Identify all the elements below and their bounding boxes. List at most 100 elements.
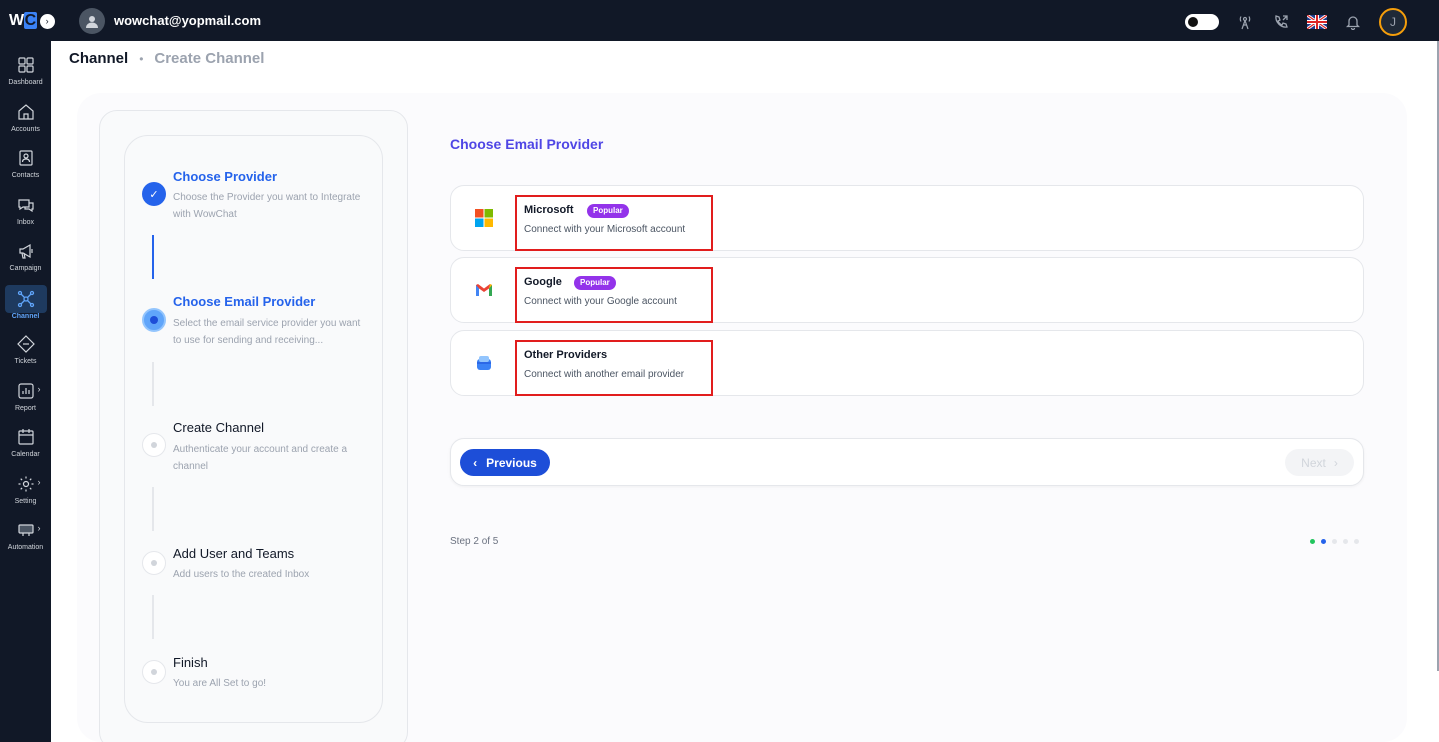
chat-bubbles-icon [17,199,34,213]
sidebar-item-label: Automation [7,544,44,551]
logo-text: WC [9,12,37,29]
step-connector [152,595,154,639]
mailbox-icon [477,356,491,370]
provider-option-google[interactable]: Google Popular Connect with your Google … [450,257,1364,323]
breadcrumb-separator: • [139,51,144,66]
step-title: Choose Provider [173,169,278,184]
main-area: Channel • Create Channel ✓ Choose Provid… [51,41,1437,742]
sidebar: Dashboard Accounts Contacts Inbox Campai… [0,41,51,742]
provider-name: Google [524,276,562,288]
sidebar-item-label: Calendar [11,451,40,458]
ticket-icon [16,335,35,353]
contact-card-icon [18,150,33,166]
progress-dot-current [1321,539,1326,544]
sidebar-item-report[interactable]: › Report [0,380,51,412]
step-pending-icon [142,433,166,457]
sidebar-item-inbox[interactable]: Inbox [0,194,51,226]
provider-option-microsoft[interactable]: Microsoft Popular Connect with your Micr… [450,185,1364,251]
step-current-icon [142,308,166,332]
sidebar-item-calendar[interactable]: Calendar [0,426,51,458]
user-email[interactable]: wowchat@yopmail.com [114,13,261,28]
sidebar-item-label: Dashboard [8,79,43,86]
popular-badge: Popular [574,276,616,290]
provider-name: Other Providers [524,349,608,361]
content-title: Choose Email Provider [450,136,604,152]
sidebar-item-campaign[interactable]: Campaign [0,240,51,272]
sidebar-item-label: Inbox [16,219,35,226]
breadcrumb-current[interactable]: Channel [69,50,128,67]
gmail-logo-icon [476,284,492,296]
provider-highlight: Microsoft Popular Connect with your Micr… [515,195,713,251]
step-connector [152,487,154,531]
step-pending-icon [142,660,166,684]
sidebar-item-label: Report [14,405,36,412]
chevron-left-icon: ‹ [473,455,478,470]
step-description: Select the email service provider you wa… [173,318,361,346]
step-description: You are All Set to go! [173,678,267,689]
gear-icon [18,476,33,492]
profile-avatar[interactable]: J [1379,8,1407,36]
sidebar-item-label: Accounts [11,126,40,133]
sidebar-item-tickets[interactable]: Tickets [0,333,51,365]
sidebar-toggle-icon[interactable]: › [39,13,55,29]
step-counter: Step 2 of 5 [450,536,499,547]
breadcrumb: Channel • Create Channel [69,50,264,67]
step-description: Authenticate your account and create a c… [173,444,348,472]
calendar-icon [17,429,34,445]
step-progress-dots [1310,539,1359,544]
provider-highlight: Other Providers Connect with another ema… [515,340,713,396]
provider-option-other[interactable]: Other Providers Connect with another ema… [450,330,1364,396]
sidebar-item-dashboard[interactable]: Dashboard [0,54,51,86]
sidebar-item-setting[interactable]: › Setting [0,473,51,505]
sidebar-item-label: Contacts [11,172,40,179]
sidebar-item-label: Campaign [9,265,42,272]
next-button[interactable]: Next › [1285,449,1354,476]
step-title: Choose Email Provider [173,294,316,309]
app-logo[interactable]: WC › [9,12,55,30]
provider-description: Connect with another email provider [524,369,685,380]
microsoft-logo-icon [475,209,493,227]
step-title: Finish [173,655,208,670]
step-description: Choose the Provider you want to Integrat… [173,192,361,220]
provider-description: Connect with your Google account [524,296,677,307]
report-chart-icon [17,383,34,399]
uk-flag-icon[interactable] [1307,12,1327,32]
home-icon [17,104,34,120]
step-description: Add users to the created Inbox [173,569,310,580]
chevron-right-icon: › [37,384,41,394]
previous-label: Previous [486,455,537,470]
theme-toggle[interactable] [1185,14,1219,30]
provider-highlight: Google Popular Connect with your Google … [515,267,713,323]
wizard-navigation: ‹ Previous Next › [450,438,1364,486]
sidebar-item-label: Tickets [14,358,37,365]
provider-name: Microsoft [524,204,574,216]
sidebar-item-automation[interactable]: › Automation [0,519,51,551]
step-connector [152,362,154,406]
phone-call-icon[interactable] [1271,12,1291,32]
user-avatar-icon[interactable] [79,8,105,34]
next-label: Next [1301,455,1326,470]
step-done-check-icon: ✓ [142,182,166,206]
sidebar-item-contacts[interactable]: Contacts [0,147,51,179]
bell-icon[interactable] [1343,12,1363,32]
channel-network-icon [17,290,34,308]
megaphone-icon [18,243,33,259]
progress-dot-done [1310,539,1315,544]
automation-icon [17,524,34,536]
step-pending-icon [142,551,166,575]
provider-description: Connect with your Microsoft account [524,224,686,235]
progress-dot-todo [1332,539,1337,544]
sidebar-item-label: Channel [11,313,40,320]
progress-dot-todo [1354,539,1359,544]
sidebar-item-channel[interactable]: Channel [0,285,51,320]
step-title: Add User and Teams [173,546,295,561]
breadcrumb-sub: Create Channel [154,50,265,67]
progress-dot-todo [1343,539,1348,544]
previous-button[interactable]: ‹ Previous [460,449,550,476]
signal-tower-icon[interactable] [1235,12,1255,32]
sidebar-item-accounts[interactable]: Accounts [0,101,51,133]
top-bar: WC › wowchat@yopmail.com J [0,0,1439,41]
chevron-right-icon: › [37,523,41,533]
step-connector [152,235,154,279]
dashboard-icon [17,57,34,73]
